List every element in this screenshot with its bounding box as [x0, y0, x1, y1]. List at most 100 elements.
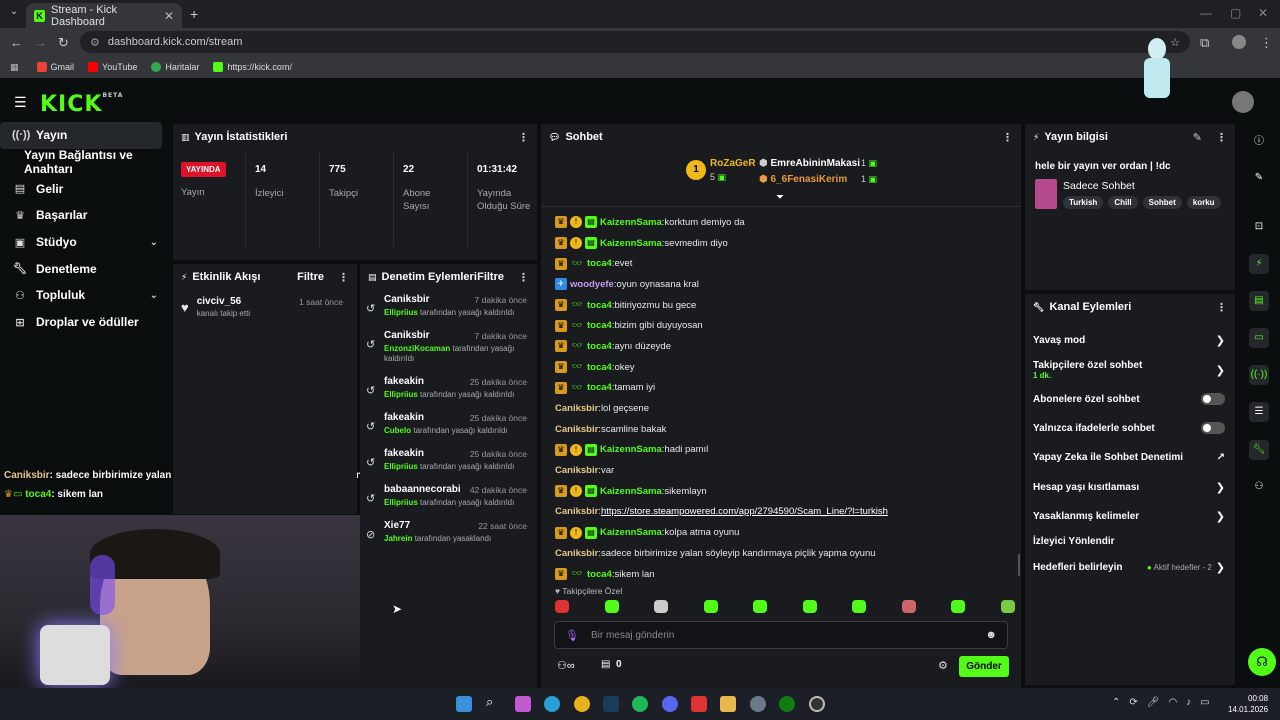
- raid-row[interactable]: İzleyici Yönlendir: [1033, 536, 1225, 547]
- moderation-item[interactable]: ↺ fakeakin 25 dakika önce Cubelo tarafından…: [360, 408, 537, 444]
- emoji-icon[interactable]: ☻: [985, 629, 997, 641]
- edit-pencil-icon[interactable]: ✎: [1193, 131, 1202, 144]
- channel-points[interactable]: ⚇∞: [557, 659, 575, 672]
- bookmark-maps[interactable]: Haritalar: [151, 62, 199, 72]
- filter-button[interactable]: Filtre: [477, 271, 504, 283]
- chat-username[interactable]: Caniksbir: [555, 548, 598, 559]
- stream-tag[interactable]: Chill: [1108, 196, 1138, 209]
- banned-words-row[interactable]: Yasaklanmış kelimeler ❯: [1033, 510, 1225, 523]
- emote-icon[interactable]: [901, 600, 916, 613]
- chat-username[interactable]: toca4: [587, 382, 612, 393]
- kick-logo[interactable]: KICKBETA: [40, 92, 123, 117]
- moderation-item[interactable]: ↺ fakeakin 25 dakika önce Ellipriius tarafı…: [360, 372, 537, 408]
- back-icon[interactable]: ←: [10, 35, 23, 50]
- emote-icon[interactable]: [654, 600, 669, 613]
- emote-icon[interactable]: [852, 600, 867, 613]
- chat-username[interactable]: toca4: [587, 320, 612, 331]
- edit-icon[interactable]: ✎: [1249, 168, 1269, 188]
- chat-username[interactable]: toca4: [587, 258, 612, 269]
- chat-username[interactable]: KaizennSama: [600, 217, 662, 228]
- profile-icon[interactable]: [1232, 35, 1246, 49]
- info-icon[interactable]: ⓘ: [1249, 132, 1269, 152]
- xbox-icon[interactable]: [779, 696, 795, 712]
- edge-icon[interactable]: [544, 696, 560, 712]
- document-icon[interactable]: ▤: [1249, 291, 1269, 311]
- more-icon[interactable]: ⋮: [1216, 131, 1227, 144]
- chat-link[interactable]: https://store.steampowered.com/app/27945…: [601, 506, 888, 517]
- emote-icon[interactable]: [555, 600, 569, 613]
- new-tab-icon[interactable]: +: [190, 6, 198, 22]
- chat-bubble-icon[interactable]: ▭: [1249, 328, 1269, 348]
- ai-moderation-row[interactable]: Yapay Zeka ile Sohbet Denetimi ↗: [1033, 452, 1225, 463]
- emote-icon[interactable]: [753, 600, 768, 613]
- emote-icon[interactable]: [604, 600, 619, 613]
- bolt-icon[interactable]: ⚡: [1249, 254, 1269, 274]
- account-age-row[interactable]: Hesap yaşı kısıtlaması ❯: [1033, 481, 1225, 494]
- moderation-item[interactable]: ↺ babaannecorabi 42 dakika önce Ellipriius …: [360, 480, 537, 516]
- bookmark-youtube[interactable]: YouTube: [88, 62, 137, 72]
- emote-icon[interactable]: [1000, 600, 1015, 613]
- chat-username[interactable]: KaizennSama: [600, 238, 662, 249]
- obs-icon[interactable]: [809, 696, 825, 712]
- moderation-item[interactable]: ↺ Caniksbir 7 dakika önce Ellipriius tarafı…: [360, 290, 537, 326]
- start-icon[interactable]: [456, 696, 472, 712]
- more-icon[interactable]: ⋮: [518, 271, 529, 284]
- tab-search-icon[interactable]: ⌄: [6, 6, 22, 22]
- apps-grid-icon[interactable]: ▦: [10, 62, 19, 73]
- support-headset-icon[interactable]: ☊: [1248, 648, 1276, 676]
- bookmark-gmail[interactable]: Gmail: [36, 62, 74, 72]
- emote-icon[interactable]: [703, 600, 718, 613]
- minimize-icon[interactable]: —: [1200, 6, 1212, 20]
- spotify-icon[interactable]: [632, 696, 648, 712]
- sidebar-item-droplar[interactable]: ⊞ Droplar ve ödüller: [0, 309, 170, 336]
- chat-username[interactable]: KaizennSama: [600, 444, 662, 455]
- sidebar-item-gelir[interactable]: ▤ Gelir: [0, 175, 170, 202]
- sidebar-item-basarilar[interactable]: ♛ Başarılar: [0, 202, 170, 229]
- moderation-item[interactable]: ↺ Caniksbir 7 dakika önce EnzonziKocaman ta…: [360, 326, 537, 372]
- forward-icon[interactable]: →: [34, 35, 47, 50]
- chat-username[interactable]: Caniksbir: [555, 424, 598, 435]
- gifter-3[interactable]: ⬢ 6_6FenasiKerim: [759, 174, 847, 185]
- system-tray-icons[interactable]: ⌃⟳🎤︎◠♪▭: [1112, 697, 1219, 708]
- search-icon[interactable]: ⌕: [486, 694, 502, 710]
- maximize-icon[interactable]: ▢: [1230, 6, 1241, 20]
- close-window-icon[interactable]: ✕: [1258, 6, 1268, 20]
- layers-icon[interactable]: ☰: [1249, 402, 1269, 422]
- clock[interactable]: 00:08 14.01.2026: [1228, 693, 1268, 715]
- file-explorer-icon[interactable]: [720, 696, 736, 712]
- chrome-icon[interactable]: [574, 696, 590, 712]
- sub-chat-toggle[interactable]: [1201, 393, 1225, 405]
- browser-menu-icon[interactable]: ⋮: [1260, 35, 1273, 51]
- stream-tag[interactable]: Sohbet: [1142, 196, 1182, 209]
- goals-row[interactable]: Hedefleri belirleyin ● Aktif hedefler - 2…: [1033, 561, 1225, 574]
- extensions-icon[interactable]: ⧉: [1200, 35, 1209, 51]
- chat-username[interactable]: woodyefe: [570, 279, 614, 290]
- more-icon[interactable]: ⋮: [1216, 301, 1227, 314]
- url-bar[interactable]: ⚙ dashboard.kick.com/stream ☆: [80, 31, 1190, 53]
- chat-username[interactable]: toca4: [587, 569, 612, 580]
- chat-username[interactable]: KaizennSama: [600, 486, 662, 497]
- sidebar-item-denetleme[interactable]: 🔧︎ Denetleme: [0, 255, 170, 282]
- collapse-icon[interactable]: ⏷: [776, 192, 784, 203]
- top-gifter-name[interactable]: RoZaGeR: [710, 158, 756, 169]
- follower-chat-row[interactable]: Takipçilere özel sohbet 1 dk. ❯: [1033, 360, 1225, 380]
- sidebar-item-studyo[interactable]: ▣ Stüdyo ⌄: [0, 229, 170, 256]
- stream-tag[interactable]: Turkish: [1063, 196, 1104, 209]
- sidebar-item-topluluk[interactable]: ⚇ Topluluk ⌄: [0, 282, 170, 309]
- more-icon[interactable]: ⋮: [1002, 131, 1013, 144]
- store-points[interactable]: ▤ 0: [601, 659, 622, 670]
- slow-mode-row[interactable]: Yavaş mod ❯: [1033, 334, 1225, 347]
- hamburger-menu-icon[interactable]: ☰: [14, 94, 27, 111]
- emote-chat-toggle[interactable]: [1201, 422, 1225, 434]
- moderation-item[interactable]: ↺ fakeakin 25 dakika önce Ellipriius tarafı…: [360, 444, 537, 480]
- steam-icon[interactable]: [603, 696, 619, 712]
- tab-close-icon[interactable]: ✕: [164, 9, 174, 23]
- wrench-icon[interactable]: 🔧︎: [1249, 440, 1269, 460]
- copilot-icon[interactable]: [515, 696, 531, 712]
- discord-icon[interactable]: [662, 696, 678, 712]
- screenshot-icon[interactable]: ⊡: [1249, 217, 1269, 237]
- microphone-icon[interactable]: 🎙︎: [565, 629, 579, 642]
- user-avatar[interactable]: [1232, 91, 1254, 113]
- send-button[interactable]: Gönder: [959, 656, 1009, 677]
- gifter-2[interactable]: ⬢ EmreAbininMakasi: [759, 158, 860, 169]
